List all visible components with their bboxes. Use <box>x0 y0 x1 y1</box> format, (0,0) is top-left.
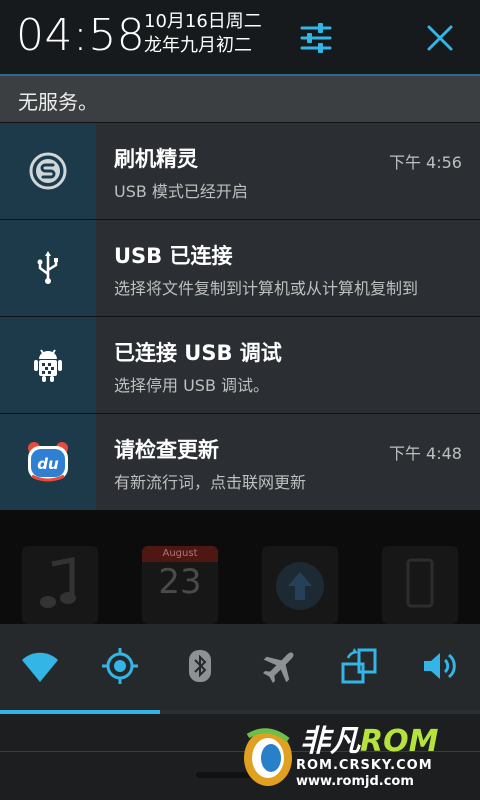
watermark-brand-a: 非凡 <box>300 724 360 759</box>
watermark-swirl-logo <box>244 728 292 786</box>
sound-toggle[interactable] <box>420 646 460 686</box>
carrier-label: 无服务。 <box>18 90 98 114</box>
gps-icon <box>102 648 138 684</box>
rotate-toggle[interactable] <box>340 646 380 686</box>
bluetooth-toggle[interactable] <box>180 646 220 686</box>
sound-icon <box>424 653 456 679</box>
close-icon <box>427 25 453 51</box>
bluetooth-icon <box>189 650 211 682</box>
notification-icon-box <box>0 123 96 219</box>
gps-toggle[interactable] <box>100 646 140 686</box>
close-button[interactable] <box>420 18 460 58</box>
airplane-toggle[interactable] <box>260 646 300 686</box>
date-gregorian: 10月16日周二 <box>144 11 262 32</box>
phone-outline-icon <box>406 558 434 608</box>
carrier-bar: 无服务。 <box>0 76 480 122</box>
phone-app-ghost <box>382 546 458 624</box>
usb-icon <box>37 251 58 284</box>
watermark-brand: 非凡ROM <box>300 716 438 760</box>
settings-button[interactable] <box>296 18 336 58</box>
notification-item[interactable]: du 请检查更新 有新流行词，点击联网更新 下午 4:48 <box>0 413 480 510</box>
notification-title: 已连接 USB 调试 <box>114 341 282 365</box>
notification-item[interactable]: 刷机精灵 USB 模式已经开启 下午 4:56 <box>0 122 480 219</box>
notification-text: 有新流行词，点击联网更新 <box>114 473 307 492</box>
notification-text: 选择停用 USB 调试。 <box>114 376 270 395</box>
notification-title: USB 已连接 <box>114 244 233 268</box>
drawer-bottom: 非凡ROM ROM.CRSKY.COM www.romjd.com <box>0 714 480 800</box>
notification-icon-box: du <box>0 414 96 510</box>
date: 10月16日周二 龙年九月初二 <box>144 10 262 58</box>
music-app-ghost <box>22 546 98 624</box>
du-keyboard-icon: du <box>28 442 68 482</box>
watermark-url-1: ROM.CRSKY.COM <box>296 758 433 773</box>
quick-toggles <box>0 624 480 712</box>
wifi-icon <box>22 652 58 682</box>
watermark-brand-b: ROM <box>360 724 439 759</box>
android-debug-icon <box>34 349 62 382</box>
notification-item[interactable]: USB 已连接 选择将文件复制到计算机或从计算机复制到 <box>0 219 480 316</box>
update-app-ghost <box>262 546 338 624</box>
clock: 04:58 <box>16 10 146 61</box>
notification-text: USB 模式已经开启 <box>114 182 248 201</box>
notification-icon-box <box>0 317 96 413</box>
notification-title: 刷机精灵 <box>114 147 198 171</box>
homescreen-background: August 23 <box>0 510 480 624</box>
svg-text:du: du <box>37 455 59 473</box>
notification-icon-box <box>0 220 96 316</box>
notification-time: 下午 4:56 <box>388 153 462 172</box>
upload-arrow-icon <box>276 562 324 610</box>
status-header: 04:58 10月16日周二 龙年九月初二 <box>0 0 480 74</box>
music-note-icon <box>40 556 76 608</box>
calendar-app-ghost: August 23 <box>142 546 218 624</box>
notification-item[interactable]: 已连接 USB 调试 选择停用 USB 调试。 <box>0 316 480 413</box>
notification-time: 下午 4:48 <box>388 444 462 463</box>
watermark: 非凡ROM ROM.CRSKY.COM www.romjd.com <box>238 714 480 800</box>
notification-list: 刷机精灵 USB 模式已经开启 下午 4:56 USB 已连接 选择将文件复制到… <box>0 122 480 510</box>
shield-s-icon <box>29 152 67 190</box>
calendar-day: 23 <box>158 562 202 602</box>
date-lunar: 龙年九月初二 <box>144 35 252 56</box>
notification-title: 请检查更新 <box>114 438 219 462</box>
watermark-url-2: www.romjd.com <box>296 774 414 789</box>
notification-text: 选择将文件复制到计算机或从计算机复制到 <box>114 279 419 298</box>
airplane-icon <box>263 652 294 683</box>
wifi-toggle[interactable] <box>20 646 60 686</box>
sliders-icon <box>300 23 332 53</box>
calendar-month: August <box>142 546 218 562</box>
rotate-icon <box>341 648 377 684</box>
